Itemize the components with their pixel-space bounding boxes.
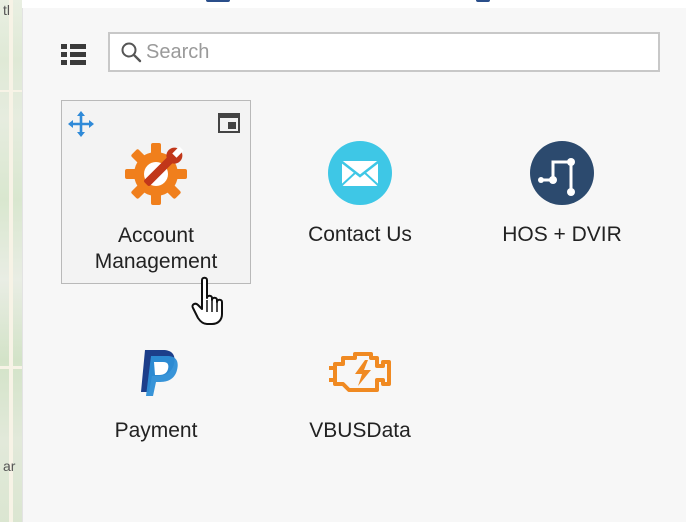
launcher-panel: AccountManagement Contact Us <box>22 8 686 522</box>
background-map: tl ar <box>0 0 22 522</box>
search-icon <box>116 34 146 70</box>
app-tile-vbusdata[interactable]: VBUSData <box>265 298 455 482</box>
app-tile-account-management[interactable]: Account Management <box>61 100 251 284</box>
route-icon <box>527 138 597 208</box>
app-label-account-management: Account Management <box>94 224 218 273</box>
app-label-contact-us: Contact Us <box>308 223 412 246</box>
list-view-icon[interactable] <box>61 42 87 68</box>
search-box[interactable] <box>108 32 660 72</box>
app-label-vbusdata: VBUSData <box>309 419 411 442</box>
widget-view-icon[interactable] <box>218 113 240 133</box>
app-tile-payment[interactable]: Payment <box>61 298 251 482</box>
app-launcher-window: tl ar Search Account Management Contact … <box>0 0 686 522</box>
paypal-icon <box>121 336 191 406</box>
move-icon[interactable] <box>68 111 94 137</box>
engine-warning-icon <box>325 336 395 406</box>
app-tile-contact-us[interactable]: Contact Us <box>265 100 455 284</box>
mail-icon <box>325 138 395 208</box>
search-input[interactable] <box>146 35 636 69</box>
app-label-hos-dvir: HOS + DVIR <box>502 223 622 246</box>
top-header-fragment <box>22 0 686 8</box>
app-label-payment: Payment <box>114 419 198 442</box>
gear-wrench-icon <box>121 139 191 209</box>
app-tile-hos-dvir[interactable]: HOS + DVIR <box>467 100 657 284</box>
